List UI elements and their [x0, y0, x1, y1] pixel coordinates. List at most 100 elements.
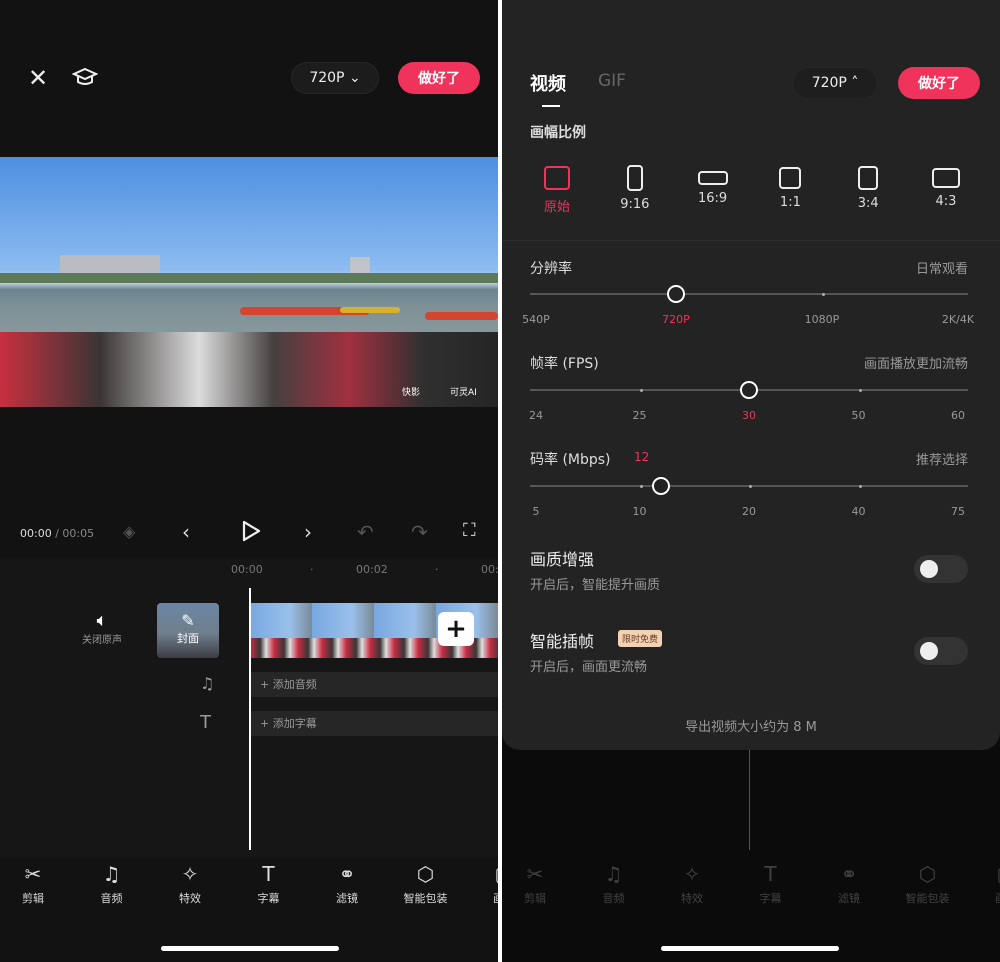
plus-icon: +	[260, 678, 270, 691]
add-clip-button[interactable]: +	[438, 612, 474, 646]
aspect-option[interactable]: 9:16	[605, 164, 665, 212]
tool-label: 智能包装	[905, 892, 950, 905]
resolution-value: 720P	[309, 70, 345, 86]
tool-scissors[interactable]: ✂ 剪辑	[3, 862, 63, 906]
slider-thumb[interactable]	[740, 381, 758, 399]
tool-label: 画中	[493, 892, 498, 905]
bitrate-slider[interactable]: 5 10 20 40 75	[530, 477, 968, 518]
done-button[interactable]: 做好了	[898, 67, 980, 99]
slider-tick-label: 40	[851, 505, 866, 518]
aspect-title: 画幅比例	[530, 125, 586, 141]
mute-label: 关闭原声	[82, 635, 122, 646]
slider-tick-label: 1080P	[804, 313, 840, 326]
tool-label: 滤镜	[336, 892, 358, 905]
tool-pip[interactable]: ▢ 画中	[474, 862, 498, 906]
slider-thumb[interactable]	[667, 285, 685, 303]
playhead[interactable]	[249, 588, 251, 850]
aspect-option[interactable]: 1:1	[760, 164, 820, 210]
aspect-3-4-icon	[858, 166, 879, 190]
home-indicator	[661, 946, 839, 951]
ruler-label: 00:0	[481, 563, 498, 576]
resolution-slider[interactable]: 540P 720P 1080P 2K/4K	[522, 285, 974, 326]
resolution-dropdown[interactable]: 720P ⌄	[291, 62, 379, 94]
aspect-option[interactable]: 原始	[527, 164, 587, 215]
tool-label: 智能包装	[403, 892, 448, 905]
tool-label: 特效	[681, 892, 703, 905]
sparkle-icon: ✧	[181, 862, 199, 886]
undo-icon[interactable]: ↶	[357, 520, 374, 544]
aspect-label: 16:9	[697, 191, 728, 206]
tool-sparkle[interactable]: ✧ 特效	[662, 862, 722, 906]
done-button[interactable]: 做好了	[398, 62, 480, 94]
aspect-16-9-icon	[697, 171, 728, 185]
add-subtitle-label: 添加字幕	[272, 717, 317, 730]
tool-music-note[interactable]: ♫ 音频	[82, 862, 142, 906]
text-icon: T	[262, 862, 275, 886]
speaker-icon: 🔈︎	[96, 610, 108, 631]
next-frame-icon[interactable]: ›	[304, 520, 312, 544]
aspect-1-1-icon	[779, 167, 802, 189]
enhance-toggle[interactable]	[914, 555, 968, 583]
smart-package-icon: ⬡	[416, 862, 435, 886]
smart-package-icon: ⬡	[918, 862, 937, 886]
slider-thumb[interactable]	[652, 477, 671, 495]
enhance-desc: 开启后，智能提升画质	[530, 578, 661, 593]
keyframe-icon[interactable]: ◈	[123, 522, 135, 541]
tool-text[interactable]: T 字幕	[741, 862, 801, 906]
resolution-dropdown[interactable]: 720P ˄	[792, 67, 878, 99]
tool-smart-package[interactable]: ⬡ 智能包装	[396, 862, 456, 906]
tool-filter[interactable]: ⚭ 滤镜	[317, 862, 377, 906]
tab-gif[interactable]: GIF	[598, 71, 626, 91]
tool-label: 字幕	[759, 892, 782, 905]
bitrate-label: 码率 (Mbps)	[530, 452, 611, 468]
fps-slider[interactable]: 24 25 30 50 60	[529, 381, 968, 422]
tool-smart-package[interactable]: ⬡ 智能包装	[898, 862, 958, 906]
slider-tick	[639, 484, 643, 488]
tool-label: 剪辑	[524, 892, 546, 905]
previous-frame-icon[interactable]: ‹	[182, 520, 190, 544]
crop-original-icon	[544, 166, 570, 190]
tool-scissors[interactable]: ✂ 剪辑	[505, 862, 565, 906]
play-icon[interactable]	[240, 519, 262, 548]
time-readout: 00:00 / 00:05	[20, 527, 95, 540]
aspect-option[interactable]: 4:3	[916, 164, 976, 209]
resolution-hint: 日常观看	[915, 262, 968, 277]
slider-tick-label: 20	[742, 505, 756, 518]
filter-icon: ⚭	[840, 862, 858, 886]
video-preview[interactable]: 快影 可灵AI	[0, 157, 498, 407]
add-subtitle-button[interactable]: + 添加字幕	[250, 711, 498, 736]
pencil-icon: ✎	[181, 611, 195, 630]
tool-label: 特效	[179, 892, 201, 905]
mute-original-button[interactable]: 🔈︎ 关闭原声	[76, 610, 128, 646]
tool-sparkle[interactable]: ✧ 特效	[160, 862, 220, 906]
close-icon[interactable]: ✕	[28, 64, 48, 92]
cover-label: 封面	[177, 632, 199, 645]
cover-button[interactable]: ✎ 封面	[157, 603, 219, 658]
redo-icon[interactable]: ↷	[411, 520, 428, 544]
aspect-label: 3:4	[857, 196, 879, 211]
slider-tick	[858, 484, 862, 488]
slider-tick-label: 720P	[662, 313, 690, 326]
chevron-up-icon: ˄	[851, 75, 859, 91]
aspect-9-16-icon	[626, 165, 643, 191]
resolution-label: 分辨率	[530, 261, 572, 277]
slider-tick-label: 2K/4K	[941, 313, 975, 326]
scissors-icon: ✂	[526, 862, 544, 886]
interp-toggle[interactable]	[914, 637, 968, 665]
aspect-label: 原始	[543, 200, 570, 215]
slider-tick-label: 60	[951, 409, 965, 422]
aspect-4-3-icon	[932, 168, 960, 188]
aspect-option[interactable]: 3:4	[838, 164, 898, 211]
music-note-icon: ♫	[200, 674, 215, 693]
tool-label: 剪辑	[22, 892, 44, 905]
tool-filter[interactable]: ⚭ 滤镜	[819, 862, 879, 906]
graduation-cap-icon[interactable]	[71, 66, 99, 92]
tab-video[interactable]: 视频	[530, 70, 566, 96]
sparkle-icon: ✧	[683, 862, 701, 886]
fullscreen-icon[interactable]: ⛶	[463, 520, 476, 541]
tool-text[interactable]: T 字幕	[239, 862, 299, 906]
tool-pip[interactable]: ▢ 画中	[976, 862, 1000, 906]
add-audio-button[interactable]: + 添加音频	[250, 672, 498, 697]
aspect-option[interactable]: 16:9	[683, 164, 743, 206]
tool-music-note[interactable]: ♫ 音频	[584, 862, 644, 906]
